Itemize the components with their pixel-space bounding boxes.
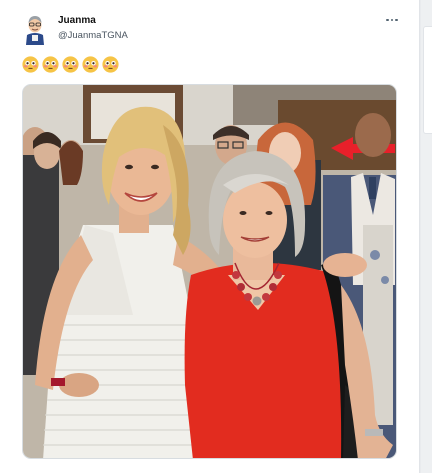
more-horizontal-icon [385,18,399,22]
tweet-text: 😳😳😳😳😳 [22,56,119,76]
flushed-face-emoji-icon [22,56,39,73]
avatar[interactable] [22,13,48,45]
tweet-photo[interactable] [22,84,397,459]
side-panel-tab [423,26,432,134]
photo-illustration [23,85,396,458]
side-panel-edge [421,0,432,473]
tweet-card: Juanma @JuanmaTGNA 😳😳😳😳😳 [0,0,420,473]
flushed-face-emoji-icon [42,56,59,73]
flushed-face-emoji-icon [82,56,99,73]
flushed-face-emoji-icon [62,56,79,73]
display-name[interactable]: Juanma [58,15,96,26]
more-options-button[interactable] [383,12,401,28]
flushed-face-emoji-icon [102,56,119,73]
user-handle[interactable]: @JuanmaTGNA [58,30,128,41]
